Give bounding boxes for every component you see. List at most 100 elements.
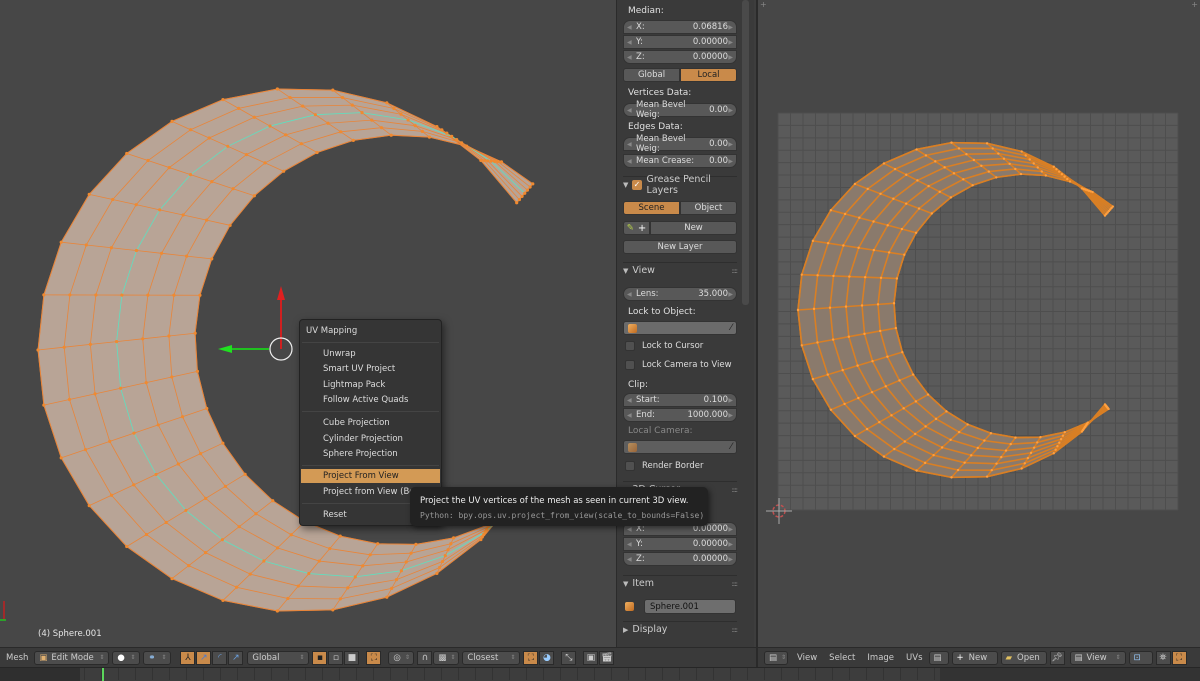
mesh-vertex [446,548,449,551]
drag-grip-icon[interactable]: :::: [732,626,737,634]
view-menu[interactable]: View [797,653,817,663]
current-frame-playhead[interactable] [102,668,104,681]
opengl-render-image-button[interactable]: ⤡ [561,651,576,665]
eyedropper-icon[interactable]: ⁄ [730,442,732,452]
proportional-editing-selector[interactable]: ◎⇕ [388,651,414,665]
folder-icon: ▰ [1006,653,1013,663]
image-menu[interactable]: Image [867,653,894,663]
sync-selection-button[interactable]: ⛯ [1156,651,1171,665]
new-layer-button[interactable]: New Layer [623,240,737,254]
translate-manipulator-button[interactable]: ↗ [196,651,211,665]
select-menu[interactable]: Select [829,653,855,663]
pin-image-button[interactable]: 📌︎ [1050,651,1065,665]
edge-select-mode-button[interactable]: ▫ [328,651,343,665]
uv-pivot-selector[interactable]: ⊡ [1129,651,1153,665]
open-image-button[interactable]: ▰Open [1001,651,1047,665]
render-camera-icon: ▣ [587,653,596,663]
menu-item-unwrap[interactable]: Unwrap [301,347,440,361]
pivot-point-selector[interactable]: ⚭⇕ [143,651,171,665]
median-z-field[interactable]: ◀Z:0.00000▶ [623,50,737,64]
mesh-vertex [1039,436,1041,438]
cursor-y-field[interactable]: ◀Y:0.00000▶ [623,537,737,551]
vertex-mean-bevel-weight-field[interactable]: ◀Mean Bevel Weig:0.00▶ [623,103,737,117]
editor-type-selector[interactable]: ▤⇕ [764,651,788,665]
median-y-field[interactable]: ◀Y:0.00000▶ [623,35,737,49]
display-section-header[interactable]: ▶Display:::: [623,621,737,637]
edge-mean-crease-field[interactable]: ◀Mean Crease:0.00▶ [623,154,737,168]
mesh-vertex [185,255,188,258]
edge-mean-bevel-weight-field[interactable]: ◀Mean Bevel Weig:0.00▶ [623,137,737,151]
mesh-vertex [400,569,403,572]
field-value: 0.100 [704,395,728,405]
eyedropper-icon[interactable]: ⁄ [730,323,732,333]
drag-grip-icon[interactable]: :::: [732,267,737,275]
image-browse-selector[interactable]: ▤ [929,651,949,665]
grease-pencil-scene-button[interactable]: Scene [623,201,680,215]
3d-viewport[interactable]: (4) Sphere.001 UV Mapping Unwrap Smart U… [0,0,616,647]
render-still-button[interactable]: ▣ [583,651,598,665]
uv-vertex-select-button[interactable]: ⛶ [1172,651,1187,665]
menu-item-smart-uv-project[interactable]: Smart UV Project [301,362,440,376]
menu-item-cube-projection[interactable]: Cube Projection [301,416,440,430]
menu-item-project-from-view[interactable]: Project From View [301,469,440,483]
grease-pencil-datablock-selector[interactable]: ✎+ [623,221,650,235]
object-name-input[interactable]: Sphere.001 [644,599,736,614]
local-camera-field[interactable]: ⁄ [623,440,737,454]
drag-grip-icon[interactable]: :::: [732,486,737,494]
snap-project-button[interactable]: ◕ [539,651,554,665]
manipulator-toggle[interactable]: ⅄ [180,651,195,665]
checkbox-box[interactable] [625,341,635,351]
face-select-mode-button[interactable]: ■ [344,651,359,665]
mesh-vertex [301,105,304,108]
cursor-z-field[interactable]: ◀Z:0.00000▶ [623,552,737,566]
limit-selection-to-visible-button[interactable]: ⛶ [366,651,381,665]
mode-selector[interactable]: ▣Edit Mode⇕ [34,651,109,665]
viewport-shading-selector[interactable]: ●⇕ [112,651,140,665]
mesh-vertex [326,122,329,125]
timeline[interactable] [0,667,1200,680]
plus-icon: + [638,223,646,234]
mesh-menu[interactable]: Mesh [6,653,28,663]
clip-end-field[interactable]: ◀End:1000.000▶ [623,408,737,422]
lock-to-cursor-checkbox[interactable]: Lock to Cursor [625,341,703,351]
uv-image-editor[interactable]: + + [756,0,1200,647]
snap-toggle[interactable]: ∩ [417,651,432,665]
lock-to-object-field[interactable]: ⁄ [623,321,737,335]
checkbox-box[interactable] [625,360,635,370]
menu-item-lightmap-pack[interactable]: Lightmap Pack [301,378,440,392]
rotate-manipulator-button[interactable]: ◜ [212,651,227,665]
render-animation-button[interactable]: 🎬︎ [599,651,614,665]
local-toggle-button[interactable]: Local [680,68,737,82]
mesh-vertex [995,176,997,178]
menu-item-sphere-projection[interactable]: Sphere Projection [301,447,440,461]
menu-item-follow-active-quads[interactable]: Follow Active Quads [301,393,440,407]
global-toggle-button[interactable]: Global [623,68,680,82]
transform-orientation-selector[interactable]: Global⇕ [247,651,309,665]
scale-manipulator-button[interactable]: ↗ [228,651,243,665]
grease-pencil-new-button[interactable]: New [650,221,737,235]
grease-pencil-layers-header[interactable]: ▼ ✓ Grease Pencil Layers [623,176,737,192]
new-image-button[interactable]: +New [952,651,998,665]
grease-pencil-object-button[interactable]: Object [680,201,737,215]
lock-camera-to-view-checkbox[interactable]: Lock Camera to View [625,360,732,370]
mesh-vertex [94,293,97,296]
view-section-header[interactable]: ▼View:::: [623,262,737,278]
render-border-checkbox[interactable]: Render Border [625,461,703,471]
checkbox-box[interactable] [625,461,635,471]
item-section-header[interactable]: ▼Item:::: [623,575,737,591]
menu-item-cylinder-projection[interactable]: Cylinder Projection [301,432,440,446]
clip-start-field[interactable]: ◀Start:0.100▶ [623,393,737,407]
grease-pencil-checkbox[interactable]: ✓ [632,180,641,190]
lens-field[interactable]: ◀Lens:35.000▶ [623,287,737,301]
uv-grid-canvas[interactable] [758,0,1200,647]
median-x-field[interactable]: ◀X:0.06816▶ [623,20,737,34]
snap-align-rotation-button[interactable]: ⛶ [523,651,538,665]
edit-mode-icon: ▣ [39,653,47,663]
panel-scrollbar[interactable] [742,0,749,305]
drag-grip-icon[interactable]: :::: [732,580,737,588]
uvs-menu[interactable]: UVs [906,653,922,663]
image-mode-selector[interactable]: ▤View⇕ [1070,651,1126,665]
vertex-select-mode-button[interactable]: ▪ [312,651,327,665]
snap-target-selector[interactable]: Closest⇕ [462,651,520,665]
snap-element-selector[interactable]: ▩⇕ [433,651,459,665]
